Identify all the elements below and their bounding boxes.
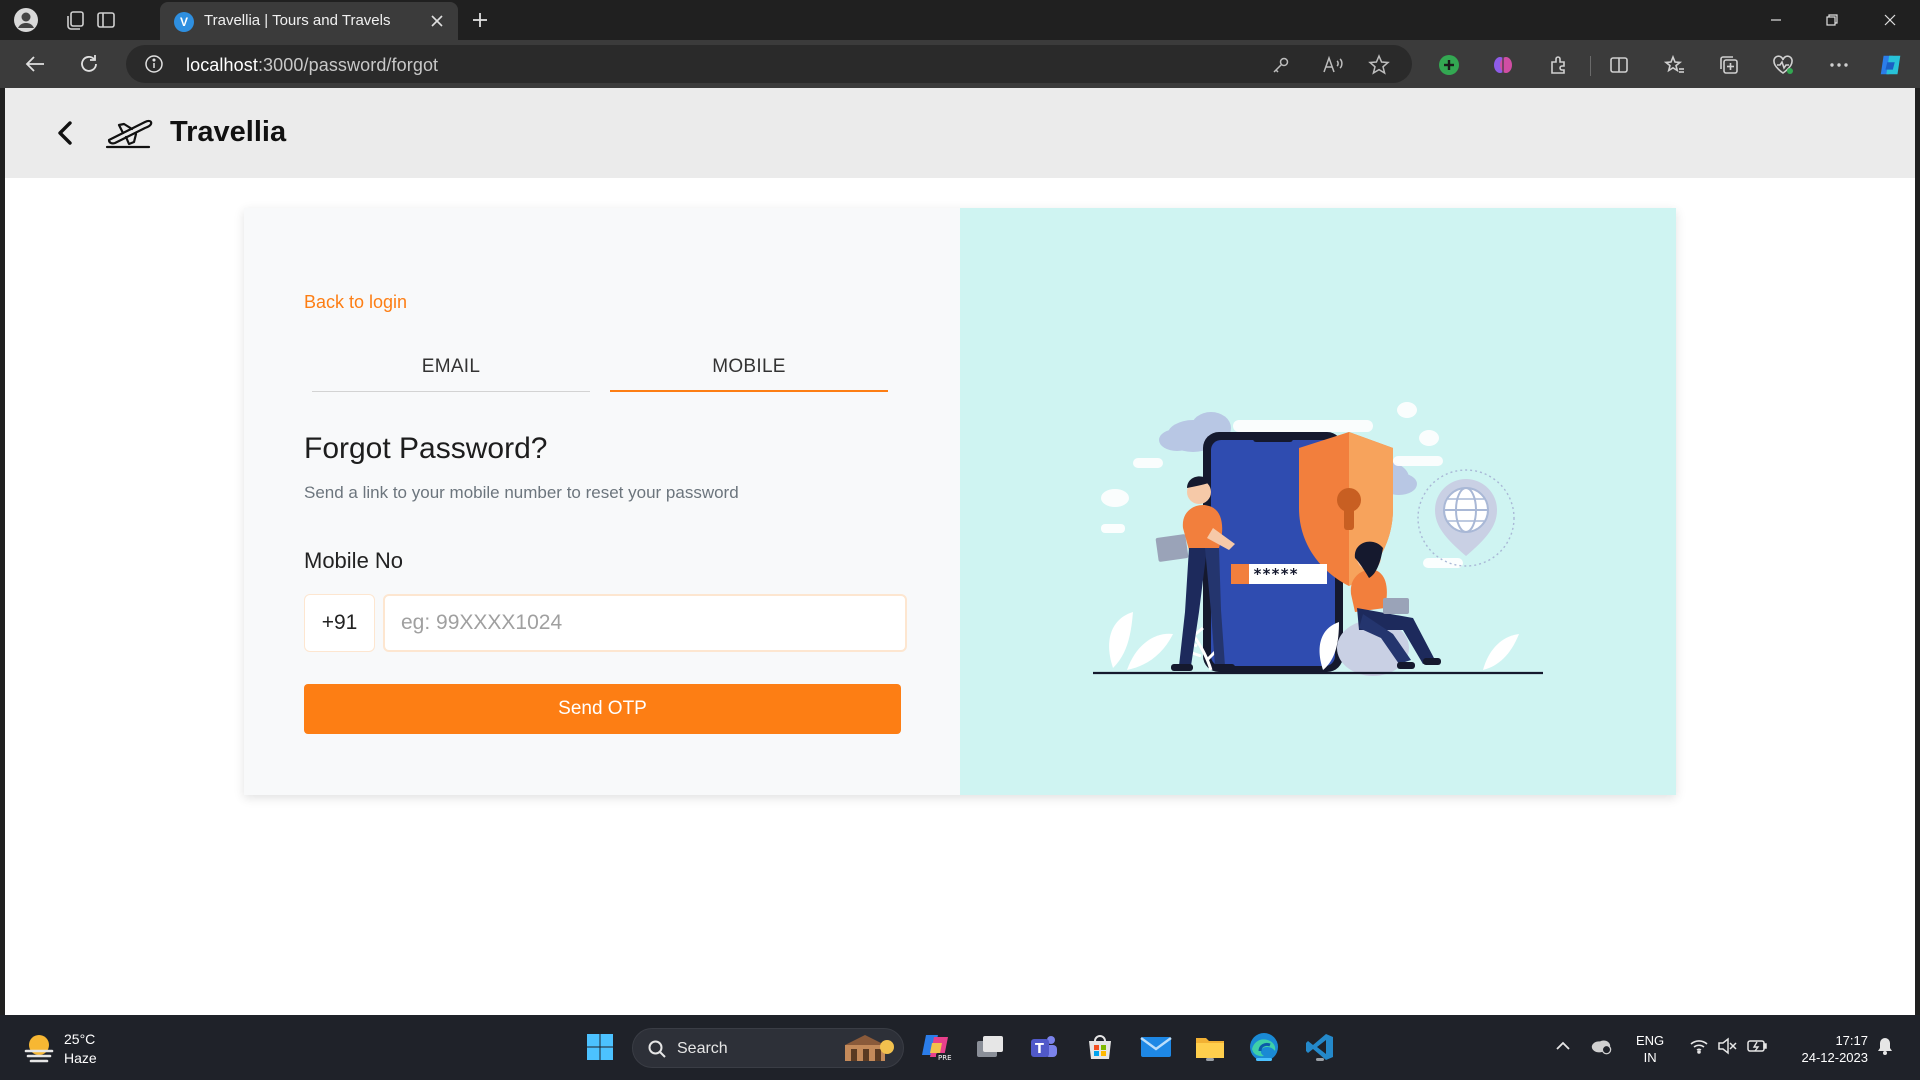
battery-charging-icon[interactable] [1746, 1035, 1768, 1057]
clock-time: 17:17 [1835, 1033, 1868, 1048]
airplane-logo-icon [105, 116, 155, 150]
brand-name: Travellia [170, 116, 287, 148]
task-view-icon[interactable] [972, 1029, 1008, 1065]
language-code: ENG [1636, 1033, 1665, 1048]
taskbar: 25°C Haze Search PRE T ENG IN 17:17 24-1… [0, 1015, 1920, 1080]
password-key-icon[interactable] [1270, 54, 1292, 76]
send-otp-button[interactable]: Send OTP [304, 684, 901, 734]
profile-icon[interactable] [12, 6, 40, 34]
active-indicator [1256, 1058, 1272, 1061]
windows-start-icon[interactable] [582, 1029, 618, 1065]
mail-icon[interactable] [1138, 1029, 1174, 1065]
search-icon [647, 1039, 667, 1059]
close-window-icon[interactable] [1862, 0, 1918, 40]
extension-green-icon[interactable] [1436, 52, 1462, 78]
collections-icon[interactable] [1716, 52, 1742, 78]
wifi-icon[interactable] [1688, 1035, 1710, 1057]
favicon-icon: V [174, 12, 194, 32]
onedrive-sync-icon[interactable] [1590, 1035, 1612, 1057]
refresh-icon[interactable] [74, 50, 104, 78]
volume-muted-icon[interactable] [1716, 1035, 1738, 1057]
show-hidden-icons-chevron-icon[interactable] [1552, 1035, 1574, 1057]
running-indicator [1206, 1058, 1214, 1061]
address-bar[interactable]: localhost:3000/password/forgot [126, 45, 1412, 83]
forgot-password-card: Back to login EMAIL MOBILE Forgot Passwo… [244, 208, 1676, 795]
form-panel: Back to login EMAIL MOBILE Forgot Passwo… [244, 208, 960, 795]
browser-tab-active[interactable]: V Travellia | Tours and Travels [160, 2, 458, 40]
tab-email[interactable]: EMAIL [312, 350, 590, 392]
system-clock[interactable]: 17:17 24-12-2023 [1778, 1032, 1869, 1066]
input-language-indicator[interactable]: ENG IN [1636, 1032, 1664, 1066]
brain-extension-icon[interactable] [1490, 52, 1516, 78]
svg-text:PRE: PRE [938, 1054, 952, 1062]
copilot-preview-icon[interactable]: PRE [918, 1029, 954, 1065]
site-info-icon[interactable] [144, 54, 164, 74]
illustration-panel: ***** [960, 208, 1676, 795]
mobile-number-input[interactable] [383, 594, 907, 652]
globe-pin-shape [1417, 469, 1515, 567]
password-field-shape: ***** [1231, 564, 1327, 584]
more-options-icon[interactable] [1826, 52, 1852, 78]
taskbar-search[interactable]: Search [632, 1028, 904, 1068]
running-indicator [1316, 1058, 1324, 1061]
edge-browser-icon[interactable] [1246, 1029, 1282, 1065]
country-code-prefix: +91 [304, 594, 375, 652]
weather-condition[interactable]: Haze [64, 1050, 97, 1066]
close-tab-icon[interactable] [426, 10, 448, 32]
svg-text:T: T [1035, 1042, 1044, 1057]
method-tabs: EMAIL MOBILE [312, 350, 892, 392]
url-text[interactable]: localhost:3000/password/forgot [186, 55, 438, 76]
page-title: Forgot Password? [304, 432, 548, 465]
app-header: Travellia [5, 88, 1915, 178]
clock-date: 24-12-2023 [1801, 1050, 1869, 1065]
restore-icon[interactable] [1804, 0, 1860, 40]
favorites-icon[interactable] [1662, 52, 1688, 78]
back-chevron-icon[interactable] [51, 118, 79, 148]
microsoft-store-icon[interactable] [1082, 1029, 1118, 1065]
weather-haze-icon[interactable] [22, 1031, 56, 1065]
page-subtitle: Send a link to your mobile number to res… [304, 483, 739, 502]
notification-bell-icon[interactable] [1874, 1035, 1896, 1057]
new-tab-icon[interactable] [466, 6, 494, 34]
back-arrow-icon[interactable] [20, 50, 50, 78]
extensions-puzzle-icon[interactable] [1546, 52, 1572, 78]
vertical-tabs-icon[interactable] [92, 6, 120, 34]
minimize-icon[interactable] [1748, 0, 1804, 40]
weather-temperature[interactable]: 25°C [64, 1031, 95, 1047]
tab-title: Travellia | Tours and Travels [204, 12, 391, 29]
file-explorer-icon[interactable] [1192, 1029, 1228, 1065]
copilot-icon[interactable] [1878, 52, 1904, 78]
browser-essentials-icon[interactable] [1770, 52, 1796, 78]
tab-mobile[interactable]: MOBILE [610, 350, 888, 392]
search-label: Search [677, 1040, 728, 1057]
language-region: IN [1643, 1050, 1657, 1065]
browser-toolbar: localhost:3000/password/forgot [0, 40, 1920, 88]
browser-tab-bar: V Travellia | Tours and Travels [0, 0, 1920, 40]
url-path: :3000/password/forgot [257, 55, 439, 75]
forgot-password-illustration: ***** [1093, 402, 1543, 676]
teams-icon[interactable]: T [1026, 1029, 1062, 1065]
mobile-field-label: Mobile No [304, 548, 404, 573]
back-to-login-link[interactable]: Back to login [304, 292, 407, 313]
vscode-icon[interactable] [1302, 1029, 1338, 1065]
password-mask-text: ***** [1253, 565, 1298, 583]
toolbar-divider [1590, 56, 1591, 76]
search-highlight-image-icon [841, 1033, 895, 1065]
workspaces-icon[interactable] [62, 6, 90, 34]
url-host: localhost [186, 55, 258, 75]
page-viewport: Travellia Back to login EMAIL MOBILE For… [5, 88, 1915, 1015]
split-screen-icon[interactable] [1606, 52, 1632, 78]
favorite-star-icon[interactable] [1368, 54, 1390, 76]
read-aloud-icon[interactable] [1322, 54, 1344, 76]
